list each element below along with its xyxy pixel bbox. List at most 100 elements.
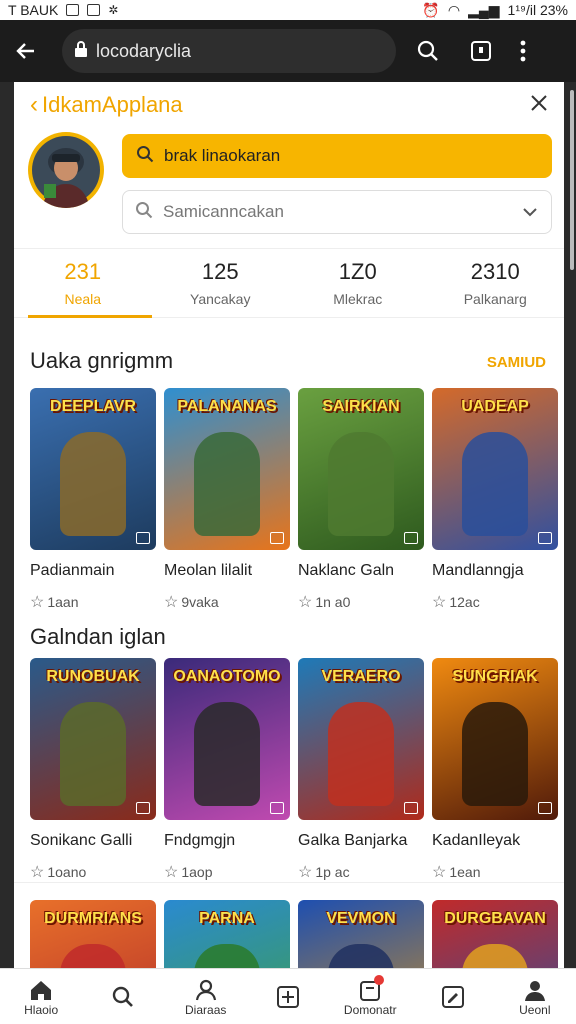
game-card[interactable]: DEEPLAVR Padianmain ☆ 1aan	[30, 388, 156, 612]
character-art	[194, 432, 260, 536]
game-rating: ☆ 1aop	[164, 862, 290, 882]
character-art	[194, 702, 260, 806]
url-text: locodaryclia	[96, 40, 192, 61]
see-more-link[interactable]: SAMIUD	[487, 354, 546, 371]
cover-title: VEVMON	[326, 910, 396, 927]
url-bar[interactable]: locodaryclia	[62, 29, 396, 73]
cover-title: DURMRIANS	[44, 910, 142, 927]
game-cover[interactable]: UADEAP	[432, 388, 558, 550]
app-sheet: ‹ IdkamApplana brak linaokaran Samicannc…	[14, 82, 564, 968]
stat-number: 2310	[470, 259, 520, 284]
close-icon[interactable]	[530, 94, 548, 117]
wifi-icon: ◠	[447, 1, 461, 18]
home-icon	[29, 977, 53, 1003]
search-placeholder: Samicanncakan	[163, 202, 284, 221]
stat-tab-0[interactable]: 231 Neala	[14, 249, 152, 318]
back-chevron-icon[interactable]: ‹	[30, 91, 38, 119]
game-cover[interactable]: OANAOTOMO	[164, 658, 290, 820]
game-card[interactable]: UADEAP Mandlanngja ☆ 12ac	[432, 388, 558, 612]
carrier-label: T BAUK	[8, 2, 59, 18]
character-art	[462, 432, 528, 536]
star-icon: ☆	[164, 594, 179, 611]
sheet-header: ‹ IdkamApplana	[14, 82, 564, 128]
edit-icon	[441, 984, 465, 1010]
stat-label: Yancakay	[190, 291, 251, 307]
star-icon: ☆	[30, 864, 45, 881]
game-card[interactable]: SUNGRIAK KadanIleyak ☆ 1ean	[432, 658, 558, 882]
game-card[interactable]: VEVMON	[298, 900, 424, 968]
game-cover[interactable]: PALANANAS	[164, 388, 290, 550]
game-card[interactable]: VERAERO Galka Banjarka ☆ 1p ac	[298, 658, 424, 882]
browser-toolbar: locodaryclia	[0, 20, 576, 82]
nav-item-4[interactable]: Domonatr	[329, 969, 411, 1024]
star-icon: ☆	[432, 594, 447, 611]
search-input[interactable]: Samicanncakan	[122, 190, 552, 234]
nav-item-3[interactable]	[247, 969, 329, 1024]
chevron-down-icon[interactable]	[523, 202, 537, 222]
stat-label: Mlekrac	[333, 291, 383, 307]
back-arrow-icon[interactable]	[14, 39, 38, 63]
cover-title: UADEAP	[461, 398, 529, 415]
sheet-title: IdkamApplana	[42, 92, 183, 117]
image-icon	[87, 4, 101, 16]
star-icon: ☆	[298, 594, 313, 611]
game-card[interactable]: OANAOTOMO Fndgmgjn ☆ 1aop	[164, 658, 290, 882]
game-card[interactable]: PARNA	[164, 900, 290, 968]
character-art	[60, 944, 126, 968]
avatar[interactable]	[28, 132, 104, 208]
scrollbar[interactable]	[570, 90, 574, 270]
nav-item-1[interactable]	[82, 969, 164, 1024]
cover-title: RUNOBUAK	[46, 668, 140, 685]
game-cover[interactable]: DURGBAVAN	[432, 900, 558, 968]
game-rating: ☆ 12ac	[432, 592, 558, 612]
lock-icon	[74, 40, 88, 62]
nav-item-5[interactable]	[411, 969, 493, 1024]
game-card[interactable]: DURGBAVAN	[432, 900, 558, 968]
nav-label: Domonatr	[343, 1002, 397, 1017]
character-art	[60, 432, 126, 536]
status-bar: T BAUK ✲ ⏰ ◠ ▂▄▆ 1¹⁹/il 23%	[0, 0, 576, 20]
game-cover[interactable]: VEVMON	[298, 900, 424, 968]
game-cover[interactable]: VERAERO	[298, 658, 424, 820]
nav-item-0[interactable]: Hlaoio	[0, 969, 82, 1024]
notification-badge	[374, 975, 385, 985]
stat-tab-3[interactable]: 2310 Palkanarg	[427, 249, 565, 317]
tabs-icon[interactable]	[470, 40, 492, 62]
signal-icon: ▂▄▆	[468, 1, 500, 18]
game-cover[interactable]: SAIRKIAN	[298, 388, 424, 550]
game-name: Naklanc Galn	[298, 562, 395, 579]
star-icon: ☆	[432, 864, 447, 881]
game-cover[interactable]: DURMRIANS	[30, 900, 156, 968]
game-cover[interactable]: SUNGRIAK	[432, 658, 558, 820]
rating-value: 1aop	[181, 864, 213, 880]
badge-icon	[538, 802, 552, 814]
menu-dots-icon[interactable]	[520, 40, 526, 62]
nav-item-6[interactable]: Ueonl	[494, 969, 576, 1024]
stat-tab-1[interactable]: 125 Yancakay	[152, 249, 290, 317]
star-icon: ☆	[164, 864, 179, 881]
section-title: Galndan iglan	[30, 624, 166, 649]
nav-label: Diaraas	[185, 1002, 227, 1017]
search-icon[interactable]	[416, 39, 440, 63]
game-rating: ☆ 1p ac	[298, 862, 424, 882]
game-card[interactable]: SAIRKIAN Naklanc Galn ☆ 1n a0	[298, 388, 424, 612]
search-icon	[136, 145, 154, 168]
promo-banner[interactable]: brak linaokaran	[122, 134, 552, 178]
game-card[interactable]: RUNOBUAK Sonikanc Galli ☆ 1oano	[30, 658, 156, 882]
game-rating: ☆ 1oano	[30, 862, 156, 882]
game-cover[interactable]: PARNA	[164, 900, 290, 968]
nav-item-2[interactable]: Diaraas	[165, 969, 247, 1024]
game-cover[interactable]: DEEPLAVR	[30, 388, 156, 550]
game-rating: ☆ 1aan	[30, 592, 156, 612]
stat-tab-2[interactable]: 1Z0 Mlekrac	[289, 249, 427, 317]
badge-icon	[404, 532, 418, 544]
game-cover[interactable]: RUNOBUAK	[30, 658, 156, 820]
game-row: DEEPLAVR Padianmain ☆ 1aan PALANANAS Meolan l…	[30, 388, 564, 612]
game-name: KadanIleyak	[432, 832, 521, 849]
game-card[interactable]: PALANANAS Meolan lilalit ☆ 9vaka	[164, 388, 290, 612]
battery-label: 1¹⁹/il 23%	[507, 2, 568, 18]
cover-title: SUNGRIAK	[452, 668, 538, 685]
character-art	[462, 944, 528, 968]
rating-value: 1n a0	[315, 594, 351, 610]
game-card[interactable]: DURMRIANS	[30, 900, 156, 968]
